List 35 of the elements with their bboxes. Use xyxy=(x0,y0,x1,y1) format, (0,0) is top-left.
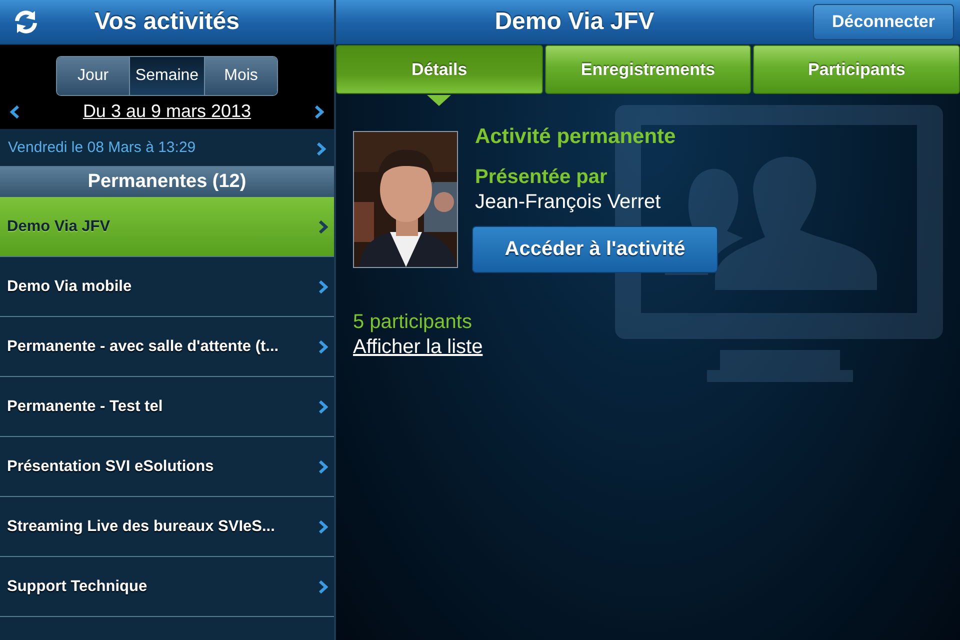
chevron-right-icon xyxy=(318,400,328,414)
list-item[interactable]: Demo Via JFV xyxy=(0,197,334,257)
list-item[interactable]: Support Technique xyxy=(0,557,334,617)
segment-button[interactable]: Semaine xyxy=(130,57,205,95)
list-item[interactable]: Permanente - avec salle d'attente (t... xyxy=(0,317,334,377)
chevron-right-icon xyxy=(316,142,326,156)
section-header: Permanentes (12) xyxy=(0,167,334,197)
chevron-right-icon xyxy=(318,220,328,234)
participant-count: 5 participants xyxy=(353,311,472,334)
chevron-right-icon[interactable] xyxy=(314,104,324,118)
list-item[interactable]: Présentation SVI eSolutions xyxy=(0,437,334,497)
chevron-right-icon xyxy=(318,460,328,474)
chevron-right-icon xyxy=(318,340,328,354)
chevron-right-icon xyxy=(318,520,328,534)
item-date: Vendredi le 08 Mars à 13:29 xyxy=(8,139,197,156)
date-range-link[interactable]: Du 3 au 9 mars 2013 xyxy=(30,101,304,122)
list-item[interactable]: Streaming Live des bureaux SVIeS... xyxy=(0,497,334,557)
chevron-right-icon xyxy=(318,580,328,594)
access-button[interactable]: Accéder à l'activité xyxy=(472,226,718,273)
show-list-link[interactable]: Afficher la liste xyxy=(353,336,483,359)
refresh-icon[interactable] xyxy=(13,9,39,35)
tab-pointer-icon xyxy=(427,95,452,106)
logout-button[interactable]: Déconnecter xyxy=(813,4,954,40)
tab[interactable]: Détails xyxy=(336,45,543,94)
chevron-left-icon[interactable] xyxy=(10,104,20,118)
list-item[interactable]: Demo Via mobile xyxy=(0,257,334,317)
presenter-name: Jean-François Verret xyxy=(475,191,661,214)
list-item[interactable]: Permanente - Test tel xyxy=(0,377,334,437)
segment-button[interactable]: Jour xyxy=(57,57,130,95)
page-title: Demo Via JFV xyxy=(494,8,656,36)
activity-type: Activité permanente xyxy=(475,125,676,149)
chevron-right-icon xyxy=(318,280,328,294)
presenter-label: Présentée par xyxy=(475,166,608,189)
sidebar-title: Vos activités xyxy=(94,8,240,36)
segment-button[interactable]: Mois xyxy=(205,57,277,95)
